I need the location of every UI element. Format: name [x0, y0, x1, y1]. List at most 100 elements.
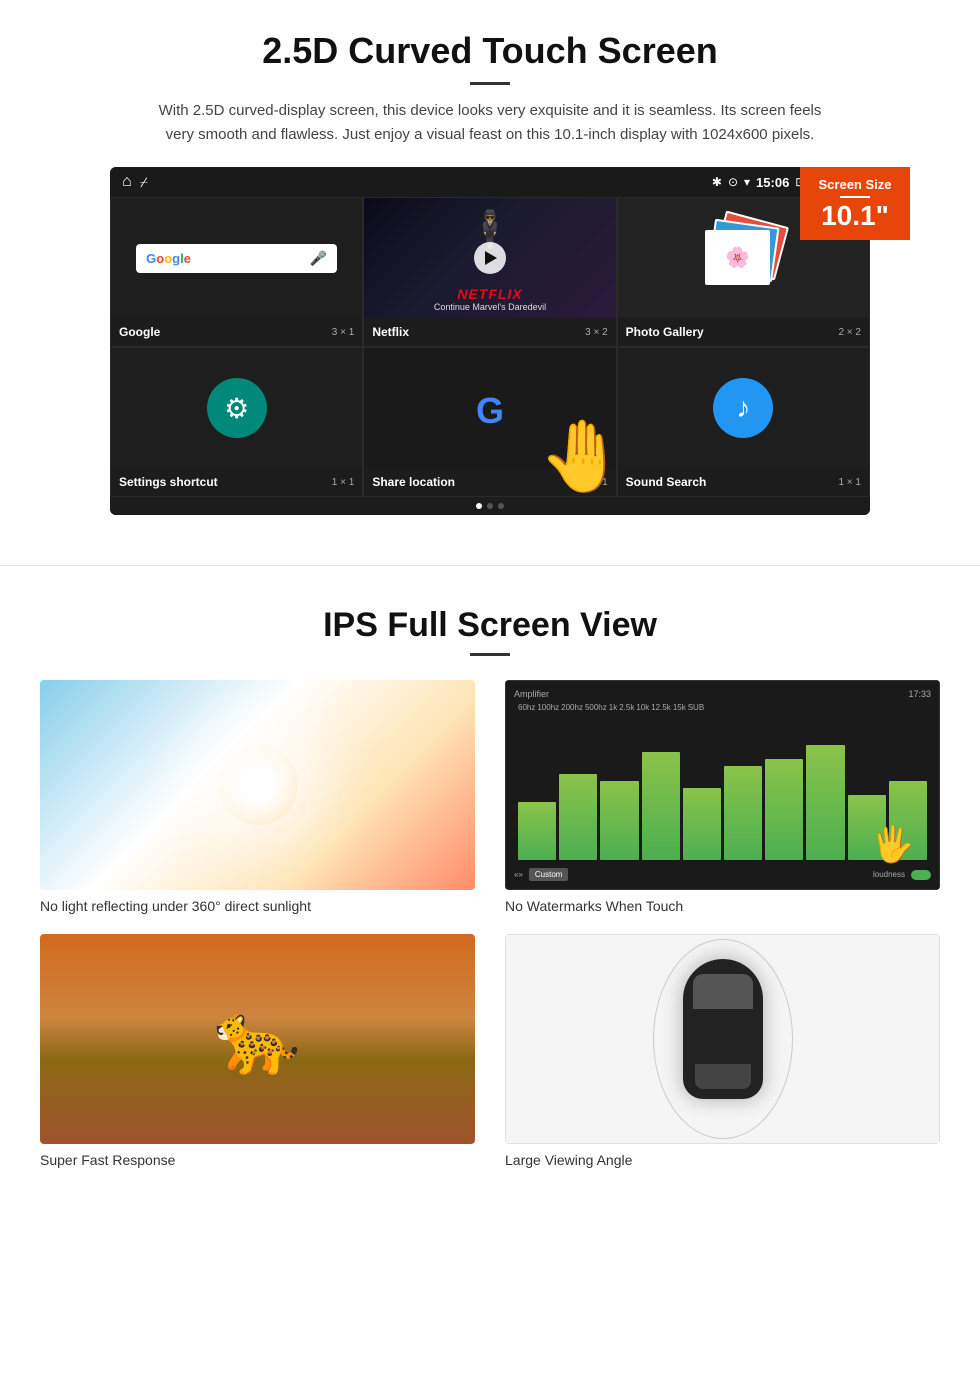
feature-cheetah: 🐆 Super Fast Response: [40, 934, 475, 1168]
status-time: 15:06: [756, 175, 789, 190]
bar-4: [642, 752, 680, 860]
cheetah-visual: 🐆: [40, 934, 475, 1144]
dot-3: [498, 503, 504, 509]
amp-loudness-label: loudness: [873, 870, 905, 879]
device-frame: ⌂ ⌿ ✱ ⊙ ▾ 15:06 ⊡ ◁) ⊠ ▭: [110, 167, 870, 515]
bar-3: [600, 781, 638, 860]
settings-cell-bg: ⚙: [111, 348, 362, 468]
app-cell-settings[interactable]: ⚙ Settings shortcut 1 × 1: [110, 347, 363, 497]
sound-cell-bg: ♪: [618, 348, 869, 468]
app-grid-row1: Google 🎤 Google 3 × 1: [110, 197, 870, 347]
netflix-subtitle: Continue Marvel's Daredevil: [372, 302, 607, 312]
netflix-app-size: 3 × 2: [585, 327, 608, 338]
section-divider: [0, 565, 980, 566]
google-cell-bg: Google 🎤: [111, 198, 362, 318]
car-body: [683, 959, 763, 1099]
gallery-app-size: 2 × 2: [838, 327, 861, 338]
google-app-size: 3 × 1: [332, 327, 355, 338]
sunlight-visual: [40, 680, 475, 890]
sound-icon: ♪: [713, 378, 773, 438]
amp-toggle: [911, 870, 931, 880]
feature-watermarks-image: Amplifier 17:33 60hz100hz200hz500hz1k2.5…: [505, 680, 940, 890]
netflix-label-row: Netflix 3 × 2: [364, 318, 615, 346]
mic-icon: 🎤: [310, 250, 327, 267]
sunlight-caption: No light reflecting under 360° direct su…: [40, 898, 475, 914]
bluetooth-icon: ✱: [712, 175, 722, 189]
feature-sunlight: No light reflecting under 360° direct su…: [40, 680, 475, 914]
feature-sunlight-image: [40, 680, 475, 890]
section-curved-touch: 2.5D Curved Touch Screen With 2.5D curve…: [0, 0, 980, 535]
usb-icon: ⌿: [140, 174, 148, 191]
share-g-icon: G: [476, 390, 504, 432]
wifi-icon: ▾: [744, 175, 750, 189]
dot-1: [476, 503, 482, 509]
amp-header: Amplifier 17:33: [514, 689, 931, 699]
location-icon: ⊙: [728, 175, 738, 189]
car-windshield: [693, 974, 753, 1009]
settings-app-size: 1 × 1: [332, 477, 355, 488]
dots-indicator: [110, 497, 870, 515]
dot-2: [487, 503, 493, 509]
ips-title: IPS Full Screen View: [40, 606, 940, 645]
sound-app-name: Sound Search: [626, 475, 707, 489]
sound-label-row: Sound Search 1 × 1: [618, 468, 869, 496]
amp-custom-btn: Custom: [529, 868, 569, 881]
gallery-card-3: 🌸: [705, 230, 770, 285]
netflix-cell-bg: 🕴 NETFLIX Continue Marvel's Daredevil: [364, 198, 615, 318]
app-cell-share[interactable]: G 🤚 Share location 1 × 1: [363, 347, 616, 497]
amp-bars: 🖐: [514, 712, 931, 864]
feature-watermarks: Amplifier 17:33 60hz100hz200hz500hz1k2.5…: [505, 680, 940, 914]
ips-title-underline: [470, 653, 510, 656]
car-trunk: [695, 1064, 751, 1089]
home-icon: ⌂: [122, 173, 132, 191]
app-cell-netflix[interactable]: 🕴 NETFLIX Continue Marvel's Daredevil Ne…: [363, 197, 616, 347]
bar-8: [806, 745, 844, 860]
netflix-app-name: Netflix: [372, 325, 409, 339]
bar-1: [518, 802, 556, 860]
share-cell-bg: G 🤚: [364, 348, 615, 468]
amplifier-visual: Amplifier 17:33 60hz100hz200hz500hz1k2.5…: [505, 680, 940, 890]
section-ips: IPS Full Screen View No light reflecting…: [0, 596, 980, 1198]
settings-app-name: Settings shortcut: [119, 475, 218, 489]
google-label-row: Google 3 × 1: [111, 318, 362, 346]
settings-icon: ⚙: [207, 378, 267, 438]
badge-line: [840, 196, 870, 198]
screen-size-badge: Screen Size 10.1": [800, 167, 910, 240]
hand-pointing-icon: 🤚: [538, 416, 625, 498]
curved-description: With 2.5D curved-display screen, this de…: [150, 99, 830, 147]
netflix-logo: NETFLIX: [372, 286, 607, 302]
google-app-name: Google: [119, 325, 160, 339]
badge-value: 10.1": [814, 202, 896, 230]
feature-cheetah-image: 🐆: [40, 934, 475, 1144]
watermarks-caption: No Watermarks When Touch: [505, 898, 940, 914]
cheetah-caption: Super Fast Response: [40, 1152, 475, 1168]
sound-app-size: 1 × 1: [838, 477, 861, 488]
cheetah-icon: 🐆: [214, 998, 301, 1080]
netflix-overlay: NETFLIX Continue Marvel's Daredevil: [364, 280, 615, 318]
amp-arrow: «»: [514, 870, 523, 879]
app-cell-google[interactable]: Google 🎤 Google 3 × 1: [110, 197, 363, 347]
feature-car-image: [505, 934, 940, 1144]
google-logo: Google: [146, 251, 191, 266]
sun-glow: [218, 745, 298, 825]
car-top-view: [673, 959, 773, 1119]
gallery-label-row: Photo Gallery 2 × 2: [618, 318, 869, 346]
app-grid-row2: ⚙ Settings shortcut 1 × 1 G 🤚 Sh: [110, 347, 870, 497]
feature-car: Large Viewing Angle: [505, 934, 940, 1168]
device-wrapper: Screen Size 10.1" ⌂ ⌿ ✱ ⊙ ▾ 15:06 ⊡ ◁) ⊠…: [80, 167, 900, 515]
amp-footer: «» Custom loudness: [514, 868, 931, 881]
google-search-bar[interactable]: Google 🎤: [136, 244, 337, 273]
bar-2: [559, 774, 597, 860]
bar-7: [765, 759, 803, 860]
bar-6: [724, 766, 762, 860]
settings-label-row: Settings shortcut 1 × 1: [111, 468, 362, 496]
badge-label: Screen Size: [814, 177, 896, 192]
feature-grid: No light reflecting under 360° direct su…: [40, 680, 940, 1168]
hand-on-screen-icon: 🖐: [871, 824, 915, 865]
app-cell-sound[interactable]: ♪ Sound Search 1 × 1: [617, 347, 870, 497]
netflix-play-button[interactable]: [474, 242, 506, 274]
amp-freq-labels: 60hz100hz200hz500hz1k2.5k10k12.5k15kSUB: [514, 703, 931, 712]
bar-5: [683, 788, 721, 860]
status-bar: ⌂ ⌿ ✱ ⊙ ▾ 15:06 ⊡ ◁) ⊠ ▭: [110, 167, 870, 197]
gallery-stack: 🌸: [703, 218, 783, 298]
